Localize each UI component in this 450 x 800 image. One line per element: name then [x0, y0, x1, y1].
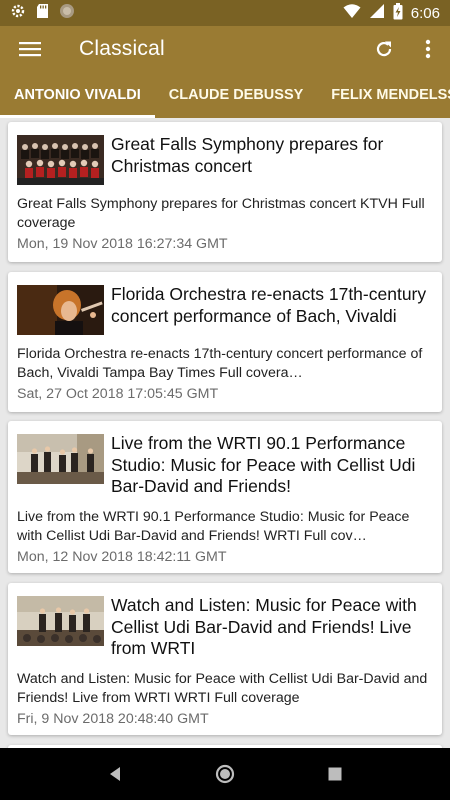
sd-card-icon	[36, 3, 49, 24]
signal-icon	[369, 3, 385, 23]
status-bar: 6:06	[0, 0, 450, 26]
refresh-icon[interactable]	[362, 26, 406, 72]
back-icon[interactable]	[95, 754, 135, 794]
circle-icon	[59, 3, 75, 24]
tab-felix-mendelssohn[interactable]: FELIX MENDELSSOHN	[317, 72, 450, 118]
news-feed[interactable]: Great Falls Symphony prepares for Christ…	[0, 118, 450, 748]
article-card[interactable]: Florida Orchestra re-enacts 17th-century…	[8, 272, 442, 412]
composer-tabs: ANTONIO VIVALDI CLAUDE DEBUSSY FELIX MEN…	[0, 72, 450, 118]
article-thumbnail	[17, 434, 104, 484]
article-description: Florida Orchestra re-enacts 17th-century…	[17, 346, 423, 381]
article-card[interactable]: Great Falls Symphony prepares for Christ…	[8, 122, 442, 262]
article-description: Watch and Listen: Music for Peace with C…	[17, 670, 428, 706]
article-title: Live from the WRTI 90.1 Performance Stud…	[111, 433, 416, 496]
tab-claude-debussy[interactable]: CLAUDE DEBUSSY	[155, 72, 318, 118]
article-thumbnail	[17, 135, 104, 185]
wifi-icon	[343, 3, 361, 23]
battery-charging-icon	[393, 2, 403, 24]
tab-label: ANTONIO VIVALDI	[14, 87, 141, 103]
article-date: Mon, 19 Nov 2018 16:27:34 GMT	[17, 236, 228, 252]
article-date: Sat, 27 Oct 2018 17:05:45 GMT	[17, 386, 219, 402]
tab-label: CLAUDE DEBUSSY	[168, 87, 304, 103]
article-title: Florida Orchestra re-enacts 17th-century…	[111, 284, 427, 326]
article-description: Live from the WRTI 90.1 Performance Stud…	[17, 508, 410, 544]
article-thumbnail	[17, 596, 104, 646]
app-title: Classical	[79, 37, 165, 60]
tab-label: FELIX MENDELSSOHN	[331, 87, 450, 103]
system-nav-bar	[0, 748, 450, 800]
article-date: Mon, 12 Nov 2018 18:42:11 GMT	[17, 548, 227, 565]
more-vert-icon[interactable]	[406, 26, 450, 72]
article-card[interactable]: Watch and Listen: Music for Peace with C…	[8, 583, 442, 735]
article-thumbnail	[17, 285, 104, 335]
status-time: 6:06	[410, 4, 440, 22]
article-description: Great Falls Symphony prepares for Christ…	[17, 196, 425, 231]
home-icon[interactable]	[205, 754, 245, 794]
hamburger-menu-icon[interactable]	[0, 26, 60, 72]
article-title: Watch and Listen: Music for Peace with C…	[111, 595, 417, 658]
recents-icon[interactable]	[315, 754, 355, 794]
tab-antonio-vivaldi[interactable]: ANTONIO VIVALDI	[0, 72, 155, 118]
article-date: Fri, 9 Nov 2018 20:48:40 GMT	[17, 710, 209, 727]
app-bar: Classical	[0, 26, 450, 72]
article-title: Great Falls Symphony prepares for Christ…	[111, 134, 384, 176]
article-card[interactable]: Live from the WRTI 90.1 Performance Stud…	[8, 421, 442, 573]
settings-icon	[10, 3, 26, 24]
